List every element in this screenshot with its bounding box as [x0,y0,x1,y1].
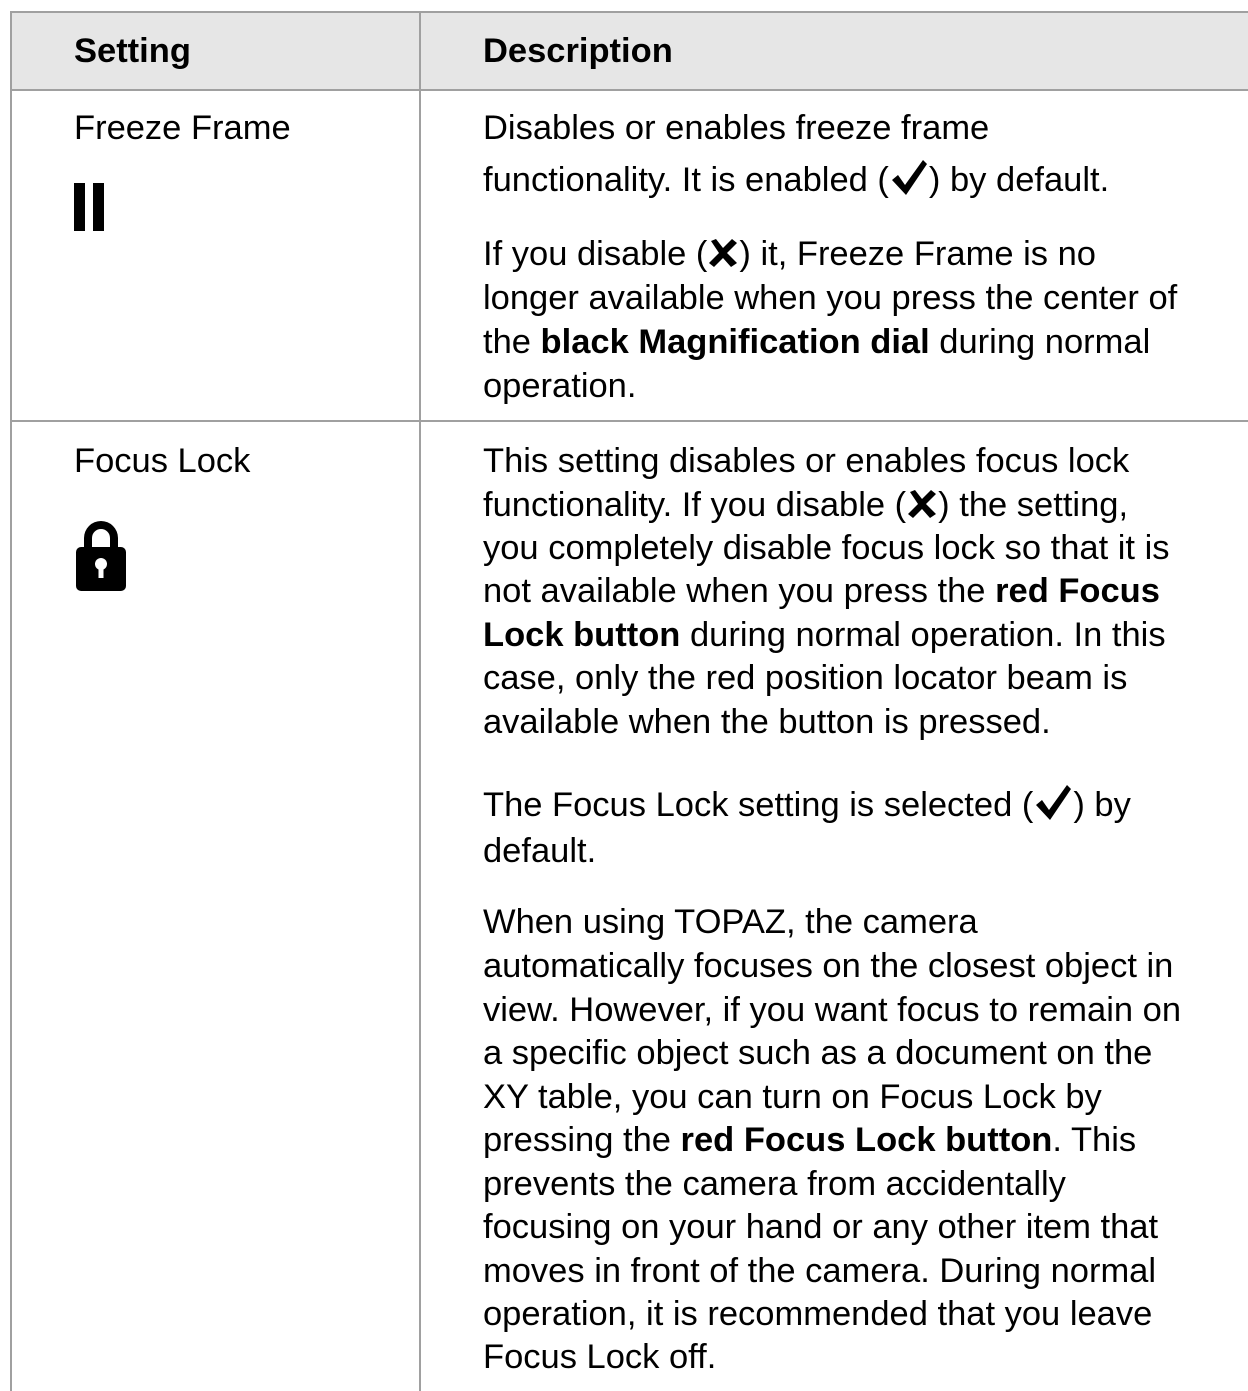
description-line: the black Magnification dial during norm… [483,323,1151,361]
description-line: view. However, if you want focus to rema… [483,991,1182,1029]
description-line: default. [483,832,597,870]
description-line: Disables or enables freeze frame [483,109,990,147]
settings-table: Setting Description Freeze Frame Disable… [10,11,1248,1391]
description-line: automatically focuses on the closest obj… [483,947,1174,985]
description-line: The Focus Lock setting is selected () by [483,784,1131,827]
column-divider [419,11,421,1391]
description-line: XY table, you can turn on Focus Lock by [483,1078,1102,1116]
description-line: case, only the red position locator beam… [483,659,1128,697]
description-line: longer available when you press the cent… [483,279,1178,317]
description-line: moves in front of the camera. During nor… [483,1252,1157,1290]
description-line: operation. [483,367,637,405]
description-line: focusing on your hand or any other item … [483,1208,1159,1246]
header-setting: Setting [74,32,191,70]
header-description: Description [483,32,673,70]
description-line: prevents the camera from accidentally [483,1165,1066,1203]
pause-icon [74,183,104,231]
description-line: a specific object such as a document on … [483,1034,1153,1072]
header-divider [10,89,1248,91]
description-line: Focus Lock off. [483,1338,717,1376]
description-line: functionality. It is enabled () by defau… [483,159,1109,202]
setting-name-freeze-frame: Freeze Frame [74,109,291,147]
description-line: If you disable () it, Freeze Frame is no [483,235,1096,273]
description-line: you completely disable focus lock so tha… [483,529,1170,567]
description-line: When using TOPAZ, the camera [483,903,978,941]
check-mark-icon [891,159,927,195]
row-divider [10,420,1248,422]
table-border-left [10,11,12,1391]
description-line: functionality. If you disable () the set… [483,486,1129,524]
description-line: not available when you press the red Foc… [483,572,1160,610]
description-line: available when the button is pressed. [483,703,1051,741]
cross-mark-icon [908,489,937,518]
description-line: pressing the red Focus Lock button. This [483,1121,1137,1159]
check-mark-icon [1036,784,1072,820]
lock-icon [76,521,126,591]
cross-mark-icon [709,238,738,267]
description-line: operation, it is recommended that you le… [483,1295,1153,1333]
description-line: Lock button during normal operation. In … [483,616,1166,654]
setting-name-focus-lock: Focus Lock [74,442,251,480]
table-border-top [10,11,1248,13]
description-line: This setting disables or enables focus l… [483,442,1130,480]
